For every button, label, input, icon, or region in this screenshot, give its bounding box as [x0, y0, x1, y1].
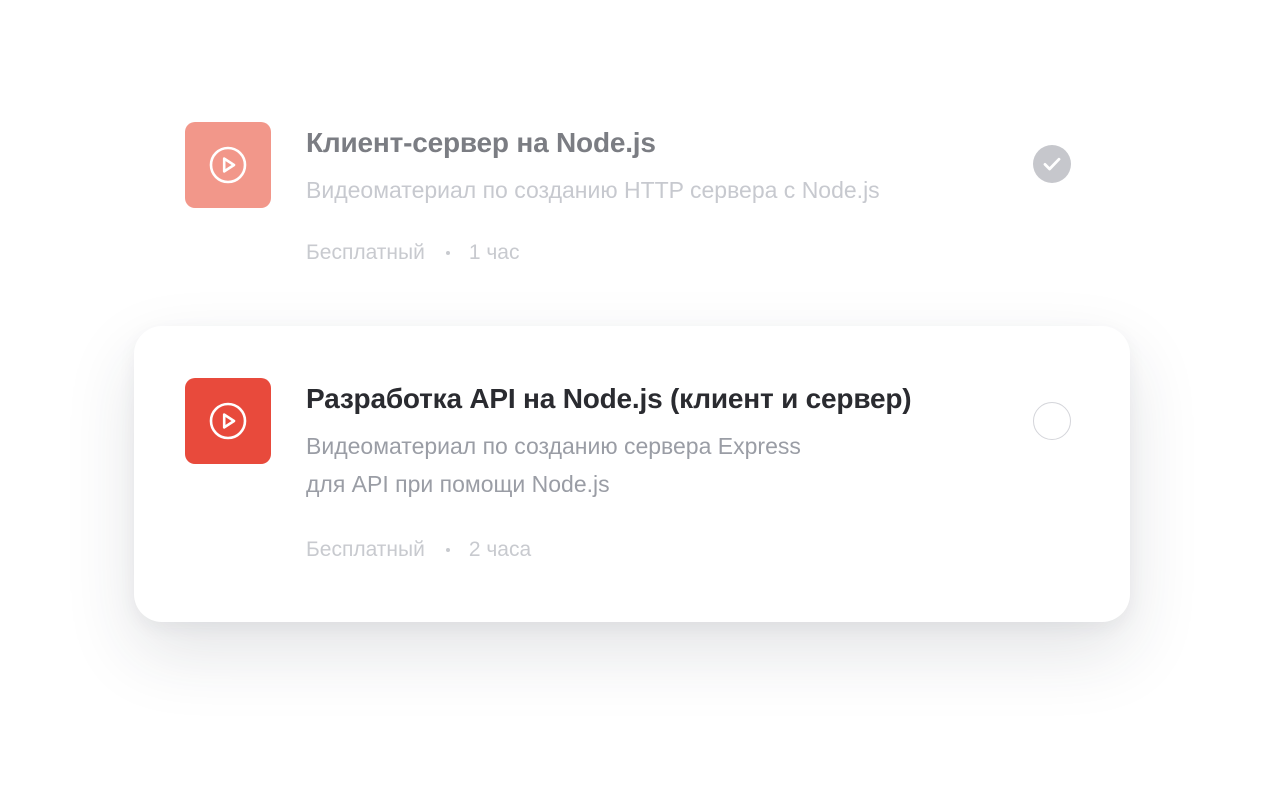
lesson-description-line: Видеоматериал по созданию сервера Expres… — [306, 433, 801, 459]
lesson-item-api-development[interactable]: Разработка API на Node.js (клиент и серв… — [134, 326, 1130, 622]
lesson-list: Клиент-сервер на Node.js Видеоматериал п… — [0, 0, 1280, 794]
completed-status[interactable] — [1033, 145, 1071, 183]
lesson-duration: 1 час — [468, 241, 520, 264]
lesson-description-line: для API при помощи Node.js — [306, 471, 610, 497]
incomplete-status-radio[interactable] — [1033, 402, 1071, 440]
lesson-price: Бесплатный — [306, 538, 425, 561]
lesson-duration: 2 часа — [468, 538, 532, 561]
lesson-meta: Бесплатный 2 часа — [306, 538, 531, 562]
lesson-description: Видеоматериал по созданию сервера Expres… — [306, 427, 801, 503]
lesson-description: Видеоматериал по созданию HTTP сервера с… — [306, 171, 880, 209]
lesson-thumbnail[interactable] — [185, 122, 271, 208]
lesson-price: Бесплатный — [306, 241, 425, 264]
meta-separator — [445, 251, 450, 255]
lesson-title[interactable]: Клиент-сервер на Node.js — [306, 127, 656, 159]
play-circle-icon — [209, 402, 247, 440]
lesson-meta: Бесплатный 1 час — [306, 241, 519, 265]
meta-separator — [445, 548, 450, 552]
lesson-description-line: Видеоматериал по созданию HTTP сервера с… — [306, 177, 880, 203]
play-circle-icon — [209, 146, 247, 184]
checkmark-icon — [1043, 157, 1061, 171]
lesson-item-client-server[interactable]: Клиент-сервер на Node.js Видеоматериал п… — [134, 98, 1130, 298]
lesson-title[interactable]: Разработка API на Node.js (клиент и серв… — [306, 383, 912, 415]
lesson-thumbnail[interactable] — [185, 378, 271, 464]
